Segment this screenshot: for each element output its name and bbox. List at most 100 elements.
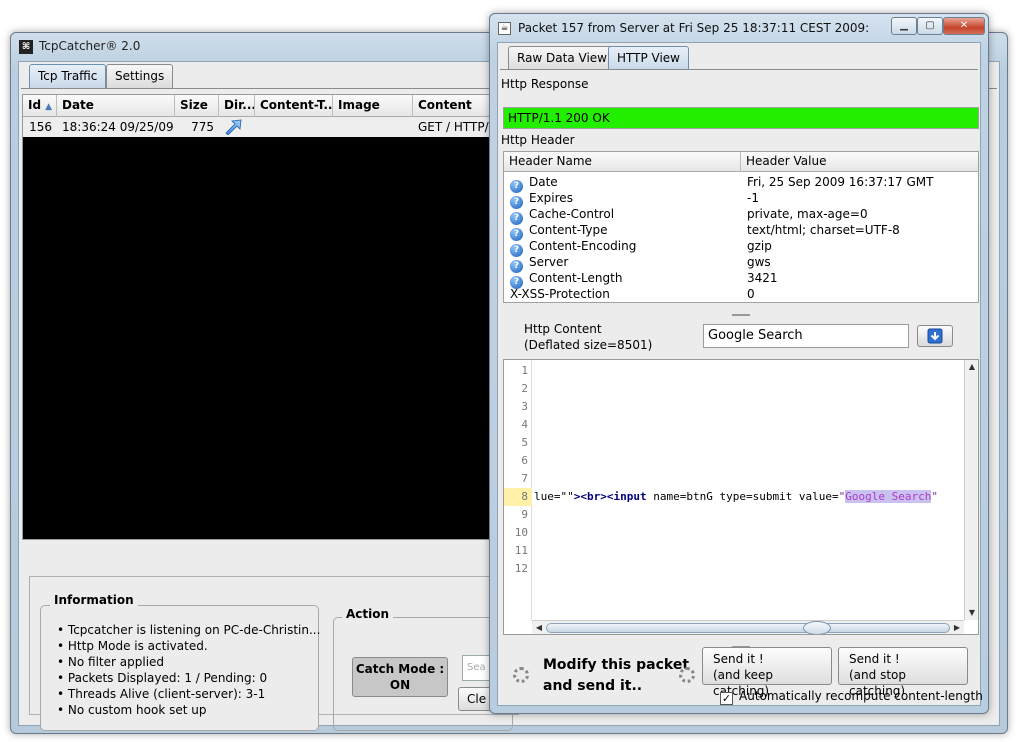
- column-image[interactable]: Image: [333, 95, 413, 117]
- header-value: 3421: [747, 271, 778, 285]
- dialog-client-area: Raw Data View HTTP View Http Response HT…: [497, 42, 983, 706]
- bottom-panel: Tcpcatcher is listening on PC-de-Christi…: [29, 576, 519, 731]
- dialog-titlebar[interactable]: ☕ Packet 157 from Server at Fri Sep 25 1…: [490, 14, 988, 42]
- column-id[interactable]: Id ▲: [23, 95, 57, 117]
- code-tag: ><br><input: [573, 490, 647, 503]
- line-number: 1: [521, 364, 528, 377]
- information-title: Information: [50, 593, 138, 607]
- column-size[interactable]: Size: [175, 95, 219, 117]
- table-row[interactable]: ? Cache-Control private, max-age=0: [504, 206, 978, 225]
- row-direction: [219, 117, 255, 137]
- line-number: 6: [521, 454, 528, 467]
- catch-mode-button[interactable]: Catch Mode : ON: [352, 657, 448, 697]
- spinner-icon: [679, 667, 695, 683]
- traffic-table[interactable]: Id ▲ Date Size Dir... Content-T... Image …: [22, 94, 492, 540]
- header-name: Content-Encoding: [529, 239, 637, 253]
- outgoing-arrow-icon: [225, 119, 242, 135]
- table-row[interactable]: ? Content-Length 3421: [504, 270, 978, 289]
- column-date[interactable]: Date: [57, 95, 175, 117]
- maximize-button[interactable]: ▢: [917, 17, 943, 35]
- header-table[interactable]: Header Name Header Value ? Date Fri, 25 S…: [503, 151, 979, 303]
- header-value: gzip: [747, 239, 772, 253]
- scroll-up-icon[interactable]: ▲: [965, 360, 978, 374]
- line-number-current: 8: [504, 488, 532, 506]
- line-number: 4: [521, 418, 528, 431]
- row-content: GET / HTTP/1: [418, 120, 492, 134]
- line-number: 10: [514, 526, 528, 539]
- table-row[interactable]: ? Server gws: [504, 254, 978, 273]
- line-number: 11: [514, 544, 528, 557]
- catch-mode-state: ON: [389, 678, 411, 692]
- row-date: 18:36:24 09/25/09: [62, 120, 174, 134]
- column-direction[interactable]: Dir...: [219, 95, 255, 117]
- dialog-app-icon: ☕: [498, 22, 511, 35]
- table-row[interactable]: 156 18:36:24 09/25/09 775 GET / HTTP/1: [23, 117, 491, 137]
- packet-dialog: ☕ Packet 157 from Server at Fri Sep 25 1…: [489, 13, 989, 714]
- header-table-header: Header Name Header Value: [504, 152, 978, 172]
- send-stop-catching-button[interactable]: Send it ! (and stop catching): [838, 647, 968, 698]
- tab-settings[interactable]: Settings: [106, 64, 174, 88]
- minimize-button[interactable]: ▁: [891, 17, 917, 35]
- info-item: Tcpcatcher is listening on PC-de-Christi…: [57, 622, 321, 638]
- information-list: Tcpcatcher is listening on PC-de-Christi…: [57, 622, 321, 718]
- vertical-scrollbar[interactable]: ▲ ▼: [964, 360, 978, 620]
- column-header-value[interactable]: Header Value: [741, 152, 978, 172]
- line-number: 5: [521, 436, 528, 449]
- row-size: 775: [191, 120, 214, 134]
- header-name: Server: [529, 255, 569, 269]
- modify-line: and send it..: [543, 678, 643, 694]
- horizontal-scrollbar[interactable]: ◀ ▶: [532, 620, 964, 634]
- table-row[interactable]: ? Expires -1: [504, 190, 978, 209]
- code-quote: ": [931, 490, 939, 503]
- traffic-table-header: Id ▲ Date Size Dir... Content-T... Image …: [23, 95, 491, 117]
- column-header-name[interactable]: Header Name: [504, 152, 741, 172]
- scroll-right-icon[interactable]: ▶: [950, 621, 964, 634]
- send-keep-catching-button[interactable]: Send it ! (and keep catching): [702, 647, 832, 698]
- table-row[interactable]: ? Content-Type text/html; charset=UTF-8: [504, 222, 978, 241]
- auto-recompute-row[interactable]: ✓ Automatically recompute content-length: [720, 689, 983, 705]
- scroll-down-icon[interactable]: ▼: [965, 606, 978, 620]
- info-item: No filter applied: [57, 654, 320, 670]
- down-arrow-icon: [927, 328, 943, 344]
- line-number: 12: [514, 562, 528, 575]
- column-content[interactable]: Content: [413, 95, 491, 117]
- deflated-size-label: (Deflated size=8501): [524, 338, 653, 352]
- line-number: 3: [521, 400, 528, 413]
- header-value: -1: [747, 191, 759, 205]
- header-name: Content-Type: [529, 223, 608, 237]
- code-line: lue=""><br><input name=btnG type=submit …: [534, 488, 964, 506]
- tab-tcp-traffic[interactable]: Tcp Traffic: [29, 64, 107, 88]
- modify-packet-text: Modify this packet and send it..: [543, 655, 689, 697]
- scroll-knob[interactable]: [803, 621, 831, 634]
- row-id: 156: [29, 120, 52, 134]
- dialog-title: Packet 157 from Server at Fri Sep 25 18:…: [518, 21, 870, 35]
- header-name: Expires: [529, 191, 573, 205]
- close-button[interactable]: ✕: [943, 17, 985, 35]
- column-content-type[interactable]: Content-T...: [255, 95, 333, 117]
- horizontal-scroll-thumb[interactable]: [546, 621, 950, 634]
- header-value: gws: [747, 255, 771, 269]
- sort-ascending-icon: ▲: [45, 102, 52, 112]
- auto-recompute-checkbox[interactable]: ✓: [720, 692, 733, 705]
- header-name: X-XSS-Protection: [510, 287, 610, 301]
- tab-raw-data-view[interactable]: Raw Data View: [508, 46, 616, 70]
- send-label: Send it !: [713, 652, 764, 666]
- info-item: No custom hook set up: [57, 702, 320, 718]
- scroll-left-icon[interactable]: ◀: [532, 621, 546, 634]
- tab-http-view[interactable]: HTTP View: [608, 46, 689, 70]
- table-row[interactable]: ? Content-Encoding gzip: [504, 238, 978, 257]
- search-next-button[interactable]: [917, 325, 953, 347]
- line-number: 7: [521, 472, 528, 485]
- table-row[interactable]: X-XSS-Protection 0: [504, 286, 978, 302]
- content-search-input[interactable]: Google Search: [703, 324, 909, 348]
- info-item: Http Mode is activated.: [57, 638, 320, 654]
- content-editor[interactable]: 1 2 3 4 5 6 7 8 9 10 11 12 lue=""><br><i…: [503, 359, 979, 635]
- splitter-handle[interactable]: [503, 305, 979, 316]
- search-match-highlight: Google Search: [845, 490, 932, 503]
- code-fragment: name=btnG type=submit value=: [646, 490, 839, 503]
- header-name: Content-Length: [529, 271, 623, 285]
- table-row[interactable]: ? Date Fri, 25 Sep 2009 16:37:17 GMT: [504, 174, 978, 193]
- header-name: Date: [529, 175, 558, 189]
- status-line: HTTP/1.1 200 OK: [503, 107, 979, 129]
- header-value: text/html; charset=UTF-8: [747, 223, 900, 237]
